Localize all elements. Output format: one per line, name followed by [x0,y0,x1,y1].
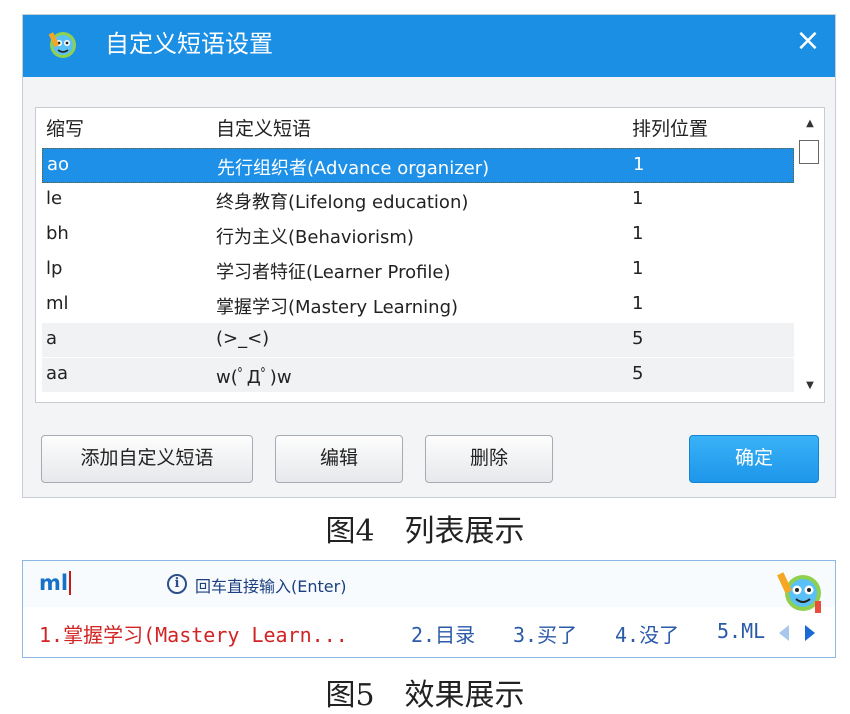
table-row[interactable]: aa w(ﾟДﾟ)w 5 [42,358,794,393]
prev-page-icon[interactable] [779,625,789,641]
candidate-4[interactable]: 4.没了 [615,619,679,648]
table-row[interactable]: bh 行为主义(Behaviorism) 1 [42,218,794,253]
cell-phrase: 终身教育(Lifelong education) [216,192,469,213]
title-bar: 自定义短语设置 × [23,15,835,77]
ime-candidate-window: ml i 回车直接输入(Enter) 1.掌握学习(Mastery Learn.… [22,560,836,658]
column-header-abbr[interactable]: 缩写 [46,114,84,141]
cell-abbr: a [46,328,58,349]
ime-composition-bar: ml i 回车直接输入(Enter) [23,561,835,613]
cell-phrase: 学习者特征(Learner Profile) [216,262,451,283]
cell-abbr: ml [46,293,69,314]
candidate-3[interactable]: 3.买了 [513,619,577,648]
cell-abbr: bh [46,223,69,244]
cell-position: 1 [632,188,644,209]
table-row[interactable]: a (>_<) 5 [42,323,794,358]
candidate-list: 1.掌握学习(Mastery Learn... 2.目录 3.买了 4.没了 5… [23,617,835,653]
candidate-1[interactable]: 1.掌握学习(Mastery Learn... [39,619,348,648]
cell-abbr: ao [47,154,70,175]
cell-phrase: w(ﾟДﾟ)w [216,367,292,388]
cell-position: 1 [632,223,644,244]
app-mascot-icon [48,32,76,58]
phrase-list: 缩写 自定义短语 排列位置 ao 先行组织者(Advance organizer… [35,107,825,403]
candidate-5[interactable]: 5.ML [717,619,765,643]
cell-phrase: 掌握学习(Mastery Learning) [216,297,459,318]
enter-hint: 回车直接输入(Enter) [195,577,347,596]
table-row[interactable]: lp 学习者特征(Learner Profile) 1 [42,253,794,288]
table-row[interactable]: ao 先行组织者(Advance organizer) 1 [42,148,794,183]
cell-position: 5 [632,328,644,349]
cell-abbr: aa [46,363,69,384]
dialog-title: 自定义短语设置 [105,30,273,58]
cell-position: 1 [632,258,644,279]
cell-phrase: (>_<) [216,328,270,349]
scroll-up-icon[interactable]: ▲ [800,116,820,132]
cell-abbr: le [46,188,63,209]
figure-caption-5: 图5 效果展示 [325,678,525,713]
scrollbar-thumb[interactable] [799,140,819,164]
vertical-scrollbar[interactable]: ▲ ▼ [798,110,822,400]
table-row[interactable]: le 终身教育(Lifelong education) 1 [42,183,794,218]
info-icon: i [167,574,187,594]
close-icon[interactable]: × [791,25,825,59]
scroll-down-icon[interactable]: ▼ [800,378,820,394]
add-phrase-button[interactable]: 添加自定义短语 [41,435,253,483]
text-caret [69,571,71,595]
column-header-phrase[interactable]: 自定义短语 [216,114,311,141]
cell-position: 1 [632,293,644,314]
next-page-icon[interactable] [805,625,815,641]
delete-button[interactable]: 删除 [425,435,553,483]
edit-button[interactable]: 编辑 [275,435,403,483]
list-header: 缩写 自定义短语 排列位置 [36,108,796,148]
cell-phrase: 行为主义(Behaviorism) [216,227,414,248]
mascot-icon[interactable] [775,565,827,617]
composition-text: ml [39,571,69,595]
candidate-2[interactable]: 2.目录 [411,619,475,648]
table-row[interactable]: ml 掌握学习(Mastery Learning) 1 [42,288,794,323]
list-rows: ao 先行组织者(Advance organizer) 1 le 终身教育(Li… [42,148,794,393]
cell-position: 1 [633,154,645,175]
cell-phrase: 先行组织者(Advance organizer) [217,158,490,179]
cell-abbr: lp [46,258,63,279]
cell-position: 5 [632,363,644,384]
ok-button[interactable]: 确定 [689,435,819,483]
column-header-position[interactable]: 排列位置 [632,114,708,141]
figure-caption-4: 图4 列表展示 [325,514,525,549]
custom-phrase-dialog: 自定义短语设置 × 缩写 自定义短语 排列位置 ao 先行组织者(Advance… [22,14,836,498]
